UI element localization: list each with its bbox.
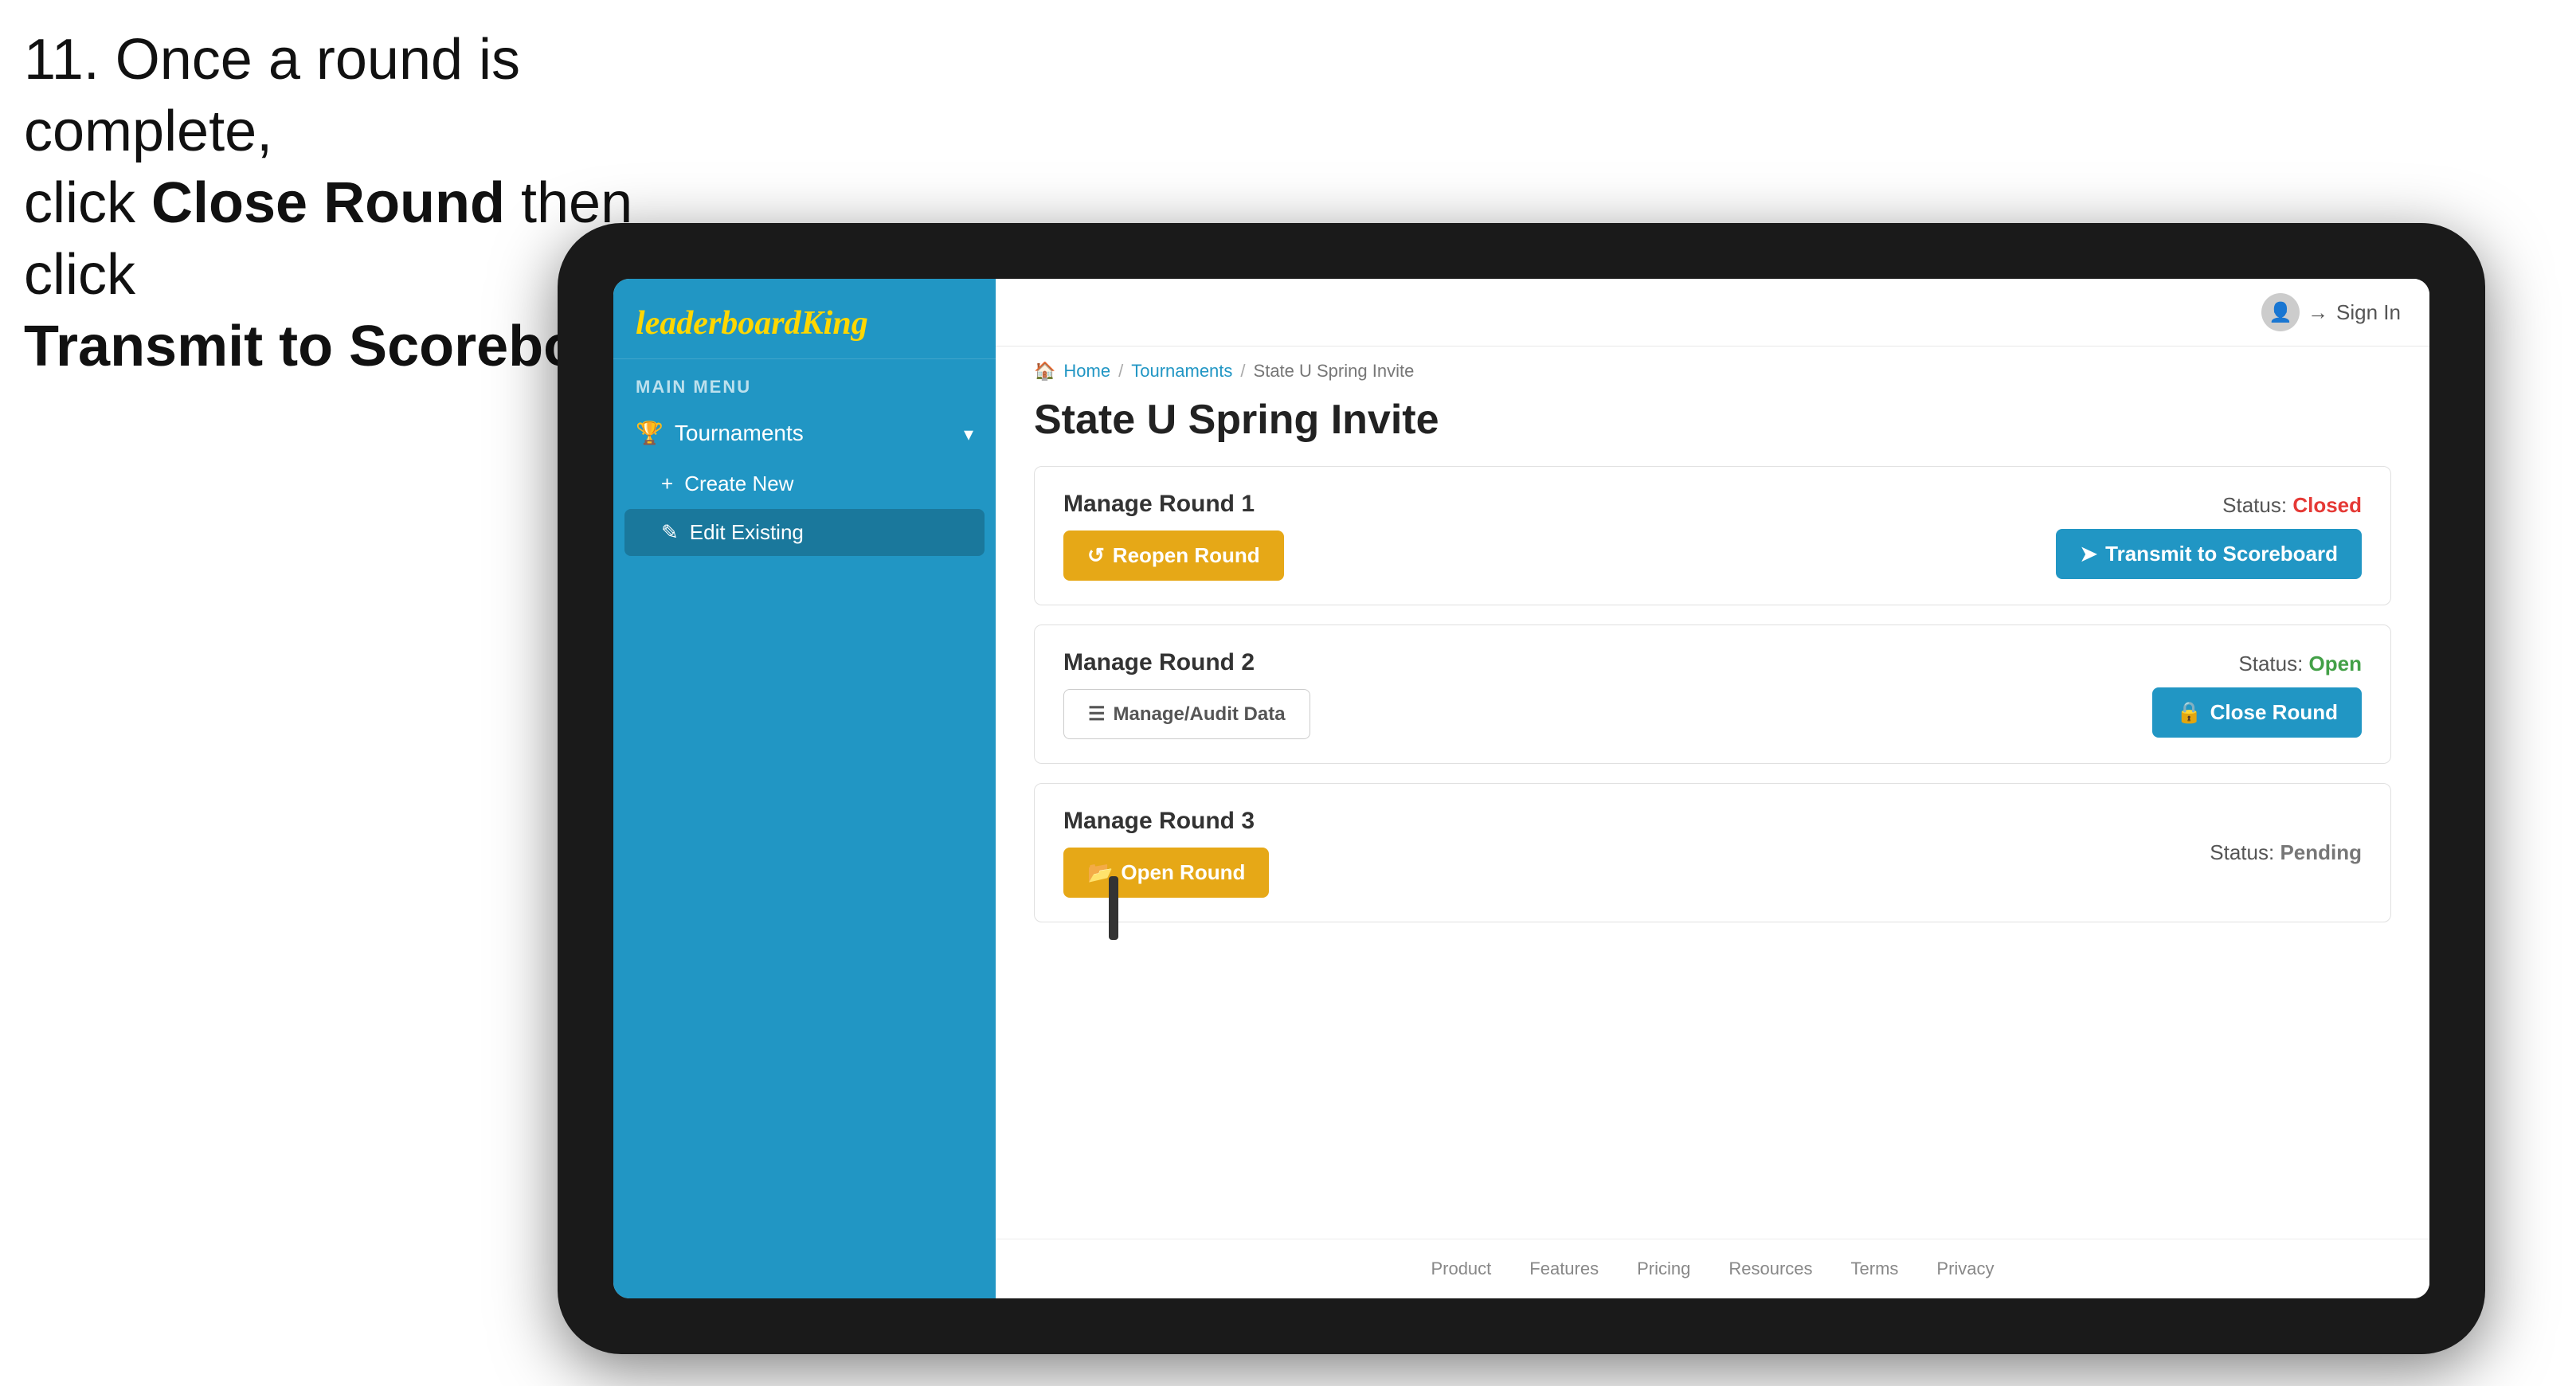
app-logo: leaderboardKing [613, 279, 996, 359]
main-content: 👤 → Sign In 🏠 Home / Tournaments / State… [996, 279, 2429, 1298]
sign-in-text: Sign In [2336, 300, 2401, 325]
round-3-right: Status: Pending [2210, 840, 2362, 865]
page-title: State U Spring Invite [996, 388, 2429, 466]
top-bar: 👤 → Sign In [996, 279, 2429, 346]
round-3-left: Manage Round 3 📂 Open Round [1063, 808, 1269, 898]
status-value-1: Closed [2292, 493, 2362, 517]
footer-resources[interactable]: Resources [1728, 1259, 1812, 1279]
status-value-3: Pending [2280, 840, 2362, 864]
manage-audit-label: Manage/Audit Data [1114, 703, 1286, 726]
close-icon: 🔒 [2176, 700, 2202, 725]
status-value-2: Open [2309, 652, 2362, 675]
sidebar-item-edit-existing[interactable]: ✎ Edit Existing [624, 509, 985, 556]
audit-icon: ☰ [1088, 703, 1106, 726]
breadcrumb-current: State U Spring Invite [1254, 361, 1415, 382]
round-1-right: Status: Closed ➤ Transmit to Scoreboard [2056, 493, 2362, 579]
sidebar-item-tournaments[interactable]: 🏆 Tournaments [613, 405, 996, 460]
chevron-down-icon [964, 421, 973, 446]
create-new-label: Create New [684, 472, 793, 496]
reopen-icon: ↺ [1087, 543, 1105, 568]
reopen-round-button[interactable]: ↺ Reopen Round [1063, 531, 1284, 581]
transmit-to-scoreboard-button[interactable]: ➤ Transmit to Scoreboard [2056, 529, 2362, 579]
footer: Product Features Pricing Resources Terms… [996, 1239, 2429, 1298]
round-3-status: Status: Pending [2210, 840, 2362, 865]
close-round-label: Close Round [2210, 700, 2338, 725]
footer-pricing[interactable]: Pricing [1637, 1259, 1690, 1279]
edit-icon: ✎ [661, 520, 679, 545]
breadcrumb-tournaments[interactable]: Tournaments [1131, 361, 1232, 382]
breadcrumb: 🏠 Home / Tournaments / State U Spring In… [996, 346, 2429, 388]
status-label-3: Status: [2210, 840, 2274, 864]
footer-product[interactable]: Product [1431, 1259, 1491, 1279]
menu-label: MAIN MENU [613, 359, 996, 405]
manage-audit-data-button[interactable]: ☰ Manage/Audit Data [1063, 689, 1310, 739]
transmit-label: Transmit to Scoreboard [2105, 542, 2338, 566]
round-1-status: Status: Closed [2222, 493, 2362, 518]
status-label-1: Status: [2222, 493, 2287, 517]
footer-terms[interactable]: Terms [1851, 1259, 1899, 1279]
home-icon: 🏠 [1034, 361, 1055, 382]
tournaments-label: Tournaments [675, 421, 804, 446]
round-1-left: Manage Round 1 ↺ Reopen Round [1063, 491, 1284, 581]
sidebar: leaderboardKing MAIN MENU 🏆 Tournaments … [613, 279, 996, 1298]
avatar: 👤 [2261, 293, 2300, 331]
round-2-left: Manage Round 2 ☰ Manage/Audit Data [1063, 649, 1310, 739]
round-2-title: Manage Round 2 [1063, 649, 1310, 676]
open-round-label: Open Round [1121, 860, 1245, 885]
breadcrumb-sep2: / [1240, 361, 1245, 382]
logo-text-king: King [801, 305, 868, 342]
open-round-button[interactable]: 📂 Open Round [1063, 848, 1269, 898]
breadcrumb-sep1: / [1118, 361, 1123, 382]
round-1-title: Manage Round 1 [1063, 491, 1284, 518]
sign-in-label: → [2308, 300, 2328, 325]
round-1-section: Manage Round 1 ↺ Reopen Round Status: Cl… [1034, 466, 2391, 605]
reopen-round-label: Reopen Round [1113, 543, 1260, 568]
round-3-section: Manage Round 3 📂 Open Round Status: Pend… [1034, 783, 2391, 922]
footer-privacy[interactable]: Privacy [1936, 1259, 1994, 1279]
logo-text-leaderboard: leaderboard [636, 305, 801, 342]
sidebar-item-create-new[interactable]: + Create New [613, 460, 996, 507]
round-2-right: Status: Open 🔒 Close Round [2152, 652, 2362, 738]
breadcrumb-home[interactable]: Home [1063, 361, 1110, 382]
close-round-button[interactable]: 🔒 Close Round [2152, 687, 2362, 738]
footer-features[interactable]: Features [1529, 1259, 1599, 1279]
tablet-device: leaderboardKing MAIN MENU 🏆 Tournaments … [558, 223, 2485, 1354]
plus-icon: + [661, 472, 673, 496]
status-label-2: Status: [2238, 652, 2303, 675]
tablet-side-button [1109, 876, 1118, 940]
round-2-section: Manage Round 2 ☰ Manage/Audit Data Statu… [1034, 624, 2391, 764]
trophy-icon: 🏆 [636, 420, 664, 446]
sign-in-button[interactable]: 👤 → Sign In [2261, 293, 2401, 331]
rounds-container: Manage Round 1 ↺ Reopen Round Status: Cl… [996, 466, 2429, 1239]
round-2-status: Status: Open [2238, 652, 2362, 676]
transmit-icon: ➤ [2080, 542, 2097, 566]
edit-existing-label: Edit Existing [690, 520, 804, 545]
round-3-title: Manage Round 3 [1063, 808, 1269, 835]
tablet-screen: leaderboardKing MAIN MENU 🏆 Tournaments … [613, 279, 2429, 1298]
